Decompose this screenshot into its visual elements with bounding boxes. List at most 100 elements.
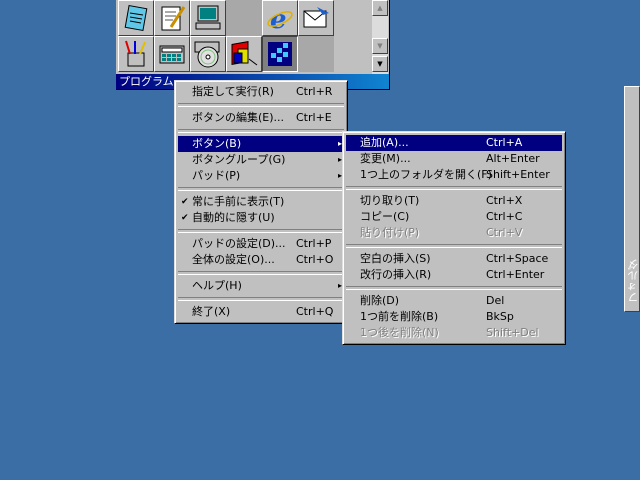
menu-item-label: 削除(D): [360, 294, 400, 307]
media-player-button[interactable]: [226, 36, 262, 72]
submenu-item-copy[interactable]: コピー(C) Ctrl+C: [346, 209, 562, 225]
media-player-icon: [231, 41, 258, 66]
menu-item-shortcut: Ctrl+E: [296, 111, 332, 124]
cd-player-button[interactable]: [190, 36, 226, 72]
menu-item-label: 空白の挿入(S): [360, 252, 431, 265]
menu-item-global-settings[interactable]: 全体の設定(O)... Ctrl+O: [178, 252, 344, 268]
menu-item-shortcut: Alt+Enter: [486, 152, 540, 165]
menu-item-shortcut: Del: [486, 294, 505, 307]
notepad-icon: [124, 5, 148, 31]
menu-item-shortcut: Shift+Del: [486, 326, 539, 339]
submenu-item-delete[interactable]: 削除(D) Del: [346, 293, 562, 309]
menu-item-label: ヘルプ(H): [192, 279, 242, 292]
menu-separator: [178, 229, 344, 233]
menu-item-label: 全体の設定(O)...: [192, 253, 275, 266]
menu-item-label: 追加(A)...: [360, 136, 409, 149]
launcher-pad: e ▲ ▼ ▼ プログラム: [116, 0, 390, 90]
menu-separator: [346, 286, 562, 290]
menu-separator: [178, 271, 344, 275]
submenu-item-open-parent-folder[interactable]: 1つ上のフォルダを開く(F) Shift+Enter: [346, 167, 562, 183]
paint-icon: [125, 40, 146, 67]
menu-item-label: ボタン(B): [192, 137, 242, 150]
pad-context-menu: 指定して実行(R) Ctrl+R ボタンの編集(E)... Ctrl+E ボタン(B…: [174, 80, 348, 324]
submenu-item-modify[interactable]: 変更(M)... Alt+Enter: [346, 151, 562, 167]
scroll-up-button[interactable]: ▲: [372, 0, 388, 16]
calculator-button[interactable]: [154, 36, 190, 72]
menu-item-button[interactable]: ボタン(B) ▸: [178, 136, 344, 152]
menu-item-auto-hide[interactable]: ✔ 自動的に隠す(U): [178, 210, 344, 226]
menu-item-pad[interactable]: パッド(P) ▸: [178, 168, 344, 184]
menu-item-label: 指定して実行(R): [192, 85, 274, 98]
menu-item-label: 1つ上のフォルダを開く(F): [360, 168, 492, 181]
empty-slot: [226, 0, 262, 36]
internet-explorer-icon: e: [267, 5, 293, 33]
my-computer-button[interactable]: [190, 0, 226, 36]
menu-item-label: 自動的に隠す(U): [192, 211, 275, 224]
task-scheduler-button[interactable]: [262, 36, 298, 72]
menu-item-shortcut: Ctrl+A: [486, 136, 523, 149]
menu-item-label: 改行の挿入(R): [360, 268, 432, 281]
menu-item-shortcut: BkSp: [486, 310, 514, 323]
pad-button-grid: e: [118, 0, 334, 74]
scroll-down-button[interactable]: ▼: [372, 56, 388, 72]
menu-item-label: 常に手前に表示(T): [192, 195, 285, 208]
menu-item-shortcut: Ctrl+R: [296, 85, 333, 98]
menu-item-label: 1つ前を削除(B): [360, 310, 439, 323]
check-icon: ✔: [181, 197, 189, 207]
internet-explorer-button[interactable]: e: [262, 0, 298, 36]
submenu-item-delete-next[interactable]: 1つ後を削除(N) Shift+Del: [346, 325, 562, 341]
wordpad-icon: [161, 6, 186, 31]
scroll-page-button[interactable]: ▼: [372, 38, 388, 54]
menu-item-label: 変更(M)...: [360, 152, 411, 165]
submenu-item-paste[interactable]: 貼り付け(P) Ctrl+V: [346, 225, 562, 241]
submenu-item-delete-previous[interactable]: 1つ前を削除(B) BkSp: [346, 309, 562, 325]
folder-pad-tab[interactable]: フォルダ: [624, 86, 640, 312]
menu-item-shortcut: Ctrl+P: [296, 237, 332, 250]
menu-item-label: コピー(C): [360, 210, 410, 223]
task-scheduler-icon: [268, 42, 292, 66]
svg-text:e: e: [270, 5, 287, 33]
button-submenu: 追加(A)... Ctrl+A 変更(M)... Alt+Enter 1つ上のフォル…: [342, 131, 566, 345]
scroll-up-icon: ▲: [377, 4, 383, 12]
menu-item-pad-settings[interactable]: パッドの設定(D)... Ctrl+P: [178, 236, 344, 252]
menu-item-button-group[interactable]: ボタングループ(G) ▸: [178, 152, 344, 168]
check-icon: ✔: [181, 213, 189, 223]
menu-separator: [178, 129, 344, 133]
menu-item-edit-buttons[interactable]: ボタンの編集(E)... Ctrl+E: [178, 110, 344, 126]
menu-item-shortcut: Ctrl+Space: [486, 252, 549, 265]
submenu-item-cut[interactable]: 切り取り(T) Ctrl+X: [346, 193, 562, 209]
menu-separator: [178, 187, 344, 191]
menu-item-exit[interactable]: 終了(X) Ctrl+Q: [178, 304, 344, 320]
menu-item-label: パッドの設定(D)...: [192, 237, 286, 250]
menu-separator: [178, 297, 344, 301]
paint-button[interactable]: [118, 36, 154, 72]
menu-item-shortcut: Ctrl+O: [296, 253, 334, 266]
menu-item-run[interactable]: 指定して実行(R) Ctrl+R: [178, 84, 344, 100]
menu-item-label: 終了(X): [192, 305, 231, 318]
notepad-button[interactable]: [118, 0, 154, 36]
menu-item-label: 1つ後を削除(N): [360, 326, 439, 339]
empty-slot: [298, 36, 334, 72]
menu-item-label: ボタンの編集(E)...: [192, 111, 285, 124]
menu-item-shortcut: Ctrl+C: [486, 210, 523, 223]
menu-item-label: ボタングループ(G): [192, 153, 286, 166]
menu-item-shortcut: Ctrl+V: [486, 226, 523, 239]
my-computer-icon: [195, 5, 221, 30]
wordpad-button[interactable]: [154, 0, 190, 36]
menu-item-help[interactable]: ヘルプ(H) ▸: [178, 278, 344, 294]
submenu-item-insert-space[interactable]: 空白の挿入(S) Ctrl+Space: [346, 251, 562, 267]
menu-item-shortcut: Shift+Enter: [486, 168, 550, 181]
menu-separator: [178, 103, 344, 107]
menu-item-shortcut: Ctrl+Q: [296, 305, 334, 318]
submenu-item-add[interactable]: 追加(A)... Ctrl+A: [346, 135, 562, 151]
scroll-down-icon: ▼: [377, 60, 383, 68]
submenu-item-insert-newline[interactable]: 改行の挿入(R) Ctrl+Enter: [346, 267, 562, 283]
menu-item-shortcut: Ctrl+X: [486, 194, 523, 207]
folder-tab-label: フォルダ: [627, 259, 640, 303]
outlook-express-button[interactable]: [298, 0, 334, 36]
outlook-express-icon: [303, 7, 329, 28]
cd-player-icon: [194, 41, 220, 68]
pad-scrollbar[interactable]: ▲ ▼ ▼: [372, 0, 388, 74]
menu-item-always-on-top[interactable]: ✔ 常に手前に表示(T): [178, 194, 344, 210]
scroll-down-icon: ▼: [377, 42, 383, 50]
